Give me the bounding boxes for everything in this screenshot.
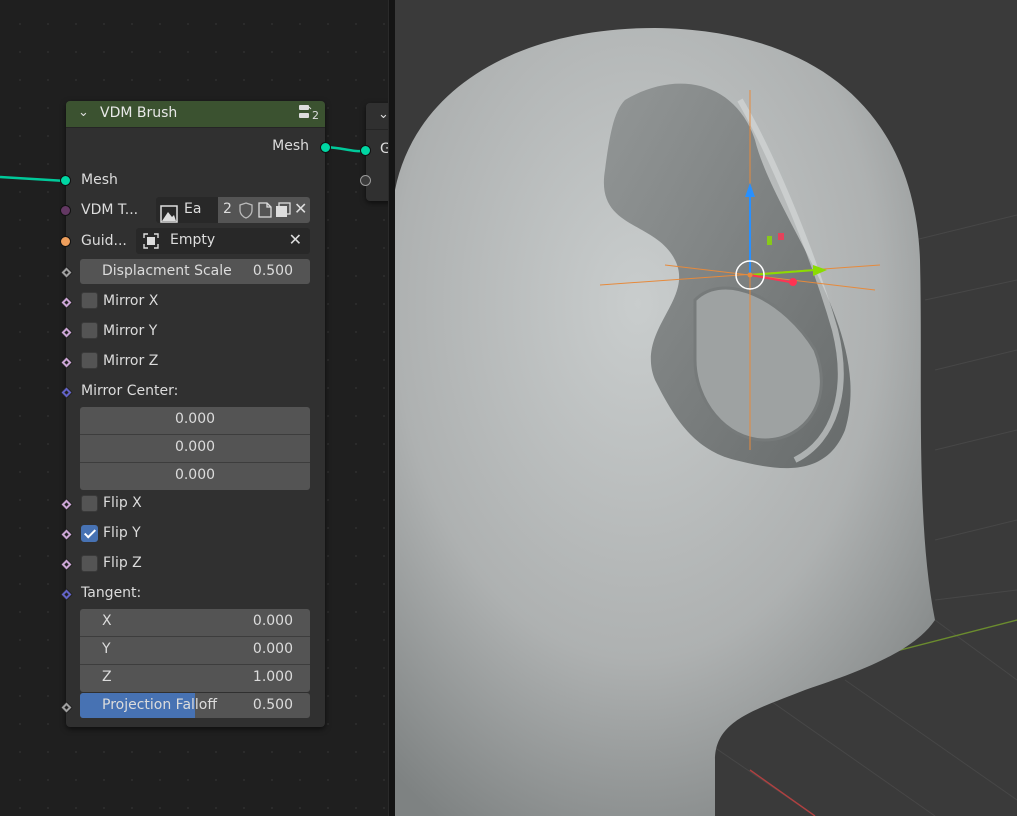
mirror-x-label: Mirror X xyxy=(103,293,159,309)
next-node-header: ⌄ xyxy=(366,103,388,130)
vdm-brush-node[interactable]: ⌄ VDM Brush 2 Mesh Mesh VDM T... Ea 2 ✕ … xyxy=(60,101,331,727)
chevron-down-icon[interactable]: ⌄ xyxy=(378,107,388,122)
input-mesh-link xyxy=(0,175,67,183)
node-user-count: 2 xyxy=(312,109,319,122)
vdm-texture-name[interactable]: Ea xyxy=(184,201,201,217)
displacement-scale-label: Displacment Scale xyxy=(102,263,232,279)
mirror-center-z-field[interactable]: 0.000 xyxy=(80,463,310,490)
tangent-y-field[interactable]: Y 0.000 xyxy=(80,637,310,665)
tangent-label: Tangent: xyxy=(81,585,142,601)
vdm-texture-socket[interactable] xyxy=(60,205,71,216)
tangent-z-axis: Z xyxy=(102,669,112,685)
guide-object-value: Empty xyxy=(170,232,216,248)
tangent-x-value: 0.000 xyxy=(252,613,293,629)
tangent-y-axis: Y xyxy=(102,641,111,657)
flip-y-checkbox[interactable] xyxy=(81,525,98,542)
projection-falloff-value: 0.500 xyxy=(252,697,293,713)
open-image-icon[interactable] xyxy=(274,201,292,219)
vdm-texture-field[interactable]: Ea 2 ✕ xyxy=(156,197,310,223)
guide-object-socket[interactable] xyxy=(60,236,71,247)
tangent-z-value: 1.000 xyxy=(252,669,293,685)
output-mesh-socket[interactable] xyxy=(320,142,331,153)
empty-object-icon xyxy=(143,233,159,249)
3d-viewport[interactable] xyxy=(395,0,1017,816)
tangent-z-field[interactable]: Z 1.000 xyxy=(80,665,310,692)
flip-x-label: Flip X xyxy=(103,495,142,511)
mirror-center-z-value: 0.000 xyxy=(174,467,216,483)
flip-x-checkbox[interactable] xyxy=(81,495,98,512)
mirror-center-x-field[interactable]: 0.000 xyxy=(80,407,310,435)
displacement-scale-value: 0.500 xyxy=(252,263,293,279)
next-node-input-label: G xyxy=(380,141,388,157)
flip-y-label: Flip Y xyxy=(103,525,141,541)
mirror-x-checkbox[interactable] xyxy=(81,292,98,309)
texture-user-count[interactable]: 2 xyxy=(223,201,232,217)
x-axis-line xyxy=(749,769,816,816)
viewport-scene xyxy=(395,28,1017,816)
node-group-users[interactable]: 2 xyxy=(298,103,319,122)
clear-x-icon[interactable]: ✕ xyxy=(289,230,302,249)
mirror-y-checkbox[interactable] xyxy=(81,322,98,339)
mirror-center-y-field[interactable]: 0.000 xyxy=(80,435,310,463)
node-editor[interactable]: ⌄ G ⌄ VDM Brush 2 Mesh Mesh VDM T... Ea … xyxy=(0,0,388,816)
guide-label: Guid... xyxy=(81,233,127,249)
next-node-geometry-socket[interactable] xyxy=(360,145,371,156)
collapse-chevron-icon[interactable]: ⌄ xyxy=(78,105,89,120)
vdm-texture-label: VDM T... xyxy=(81,202,139,218)
next-node[interactable]: ⌄ G xyxy=(360,103,388,201)
mirror-z-checkbox[interactable] xyxy=(81,352,98,369)
input-mesh-label: Mesh xyxy=(81,172,118,188)
tangent-y-value: 0.000 xyxy=(252,641,293,657)
guide-object-field[interactable]: Empty ✕ xyxy=(136,228,310,254)
next-node-empty-socket[interactable] xyxy=(360,175,371,186)
flip-z-checkbox[interactable] xyxy=(81,555,98,572)
node-group-icon xyxy=(299,105,312,118)
new-image-icon[interactable] xyxy=(256,201,274,219)
mirror-y-label: Mirror Y xyxy=(103,323,158,339)
tangent-x-field[interactable]: X 0.000 xyxy=(80,609,310,637)
output-mesh-label: Mesh xyxy=(272,138,309,154)
projection-falloff-slider[interactable]: Projection Falloff 0.500 xyxy=(80,693,310,718)
displacement-scale-field[interactable]: Displacment Scale 0.500 xyxy=(80,259,310,284)
texture-datablock-controls: 2 ✕ xyxy=(218,197,310,223)
mirror-center-x-value: 0.000 xyxy=(174,411,216,427)
flip-z-label: Flip Z xyxy=(103,555,142,571)
mirror-center-label: Mirror Center: xyxy=(81,383,179,399)
mirror-center-y-value: 0.000 xyxy=(174,439,216,455)
projection-falloff-label: Projection Falloff xyxy=(102,697,218,713)
node-title: VDM Brush xyxy=(100,105,178,121)
fake-user-shield-icon[interactable] xyxy=(238,202,254,219)
mirror-center-vector[interactable]: 0.000 0.000 0.000 xyxy=(80,407,310,490)
tangent-x-axis: X xyxy=(102,613,112,629)
tangent-vector[interactable]: X 0.000 Y 0.000 Z 1.000 xyxy=(80,609,310,692)
mirror-z-label: Mirror Z xyxy=(103,353,159,369)
image-icon[interactable] xyxy=(160,201,178,227)
unlink-x-icon[interactable]: ✕ xyxy=(294,199,307,218)
node-header[interactable]: ⌄ VDM Brush 2 xyxy=(66,101,325,128)
input-mesh-socket[interactable] xyxy=(60,175,71,186)
